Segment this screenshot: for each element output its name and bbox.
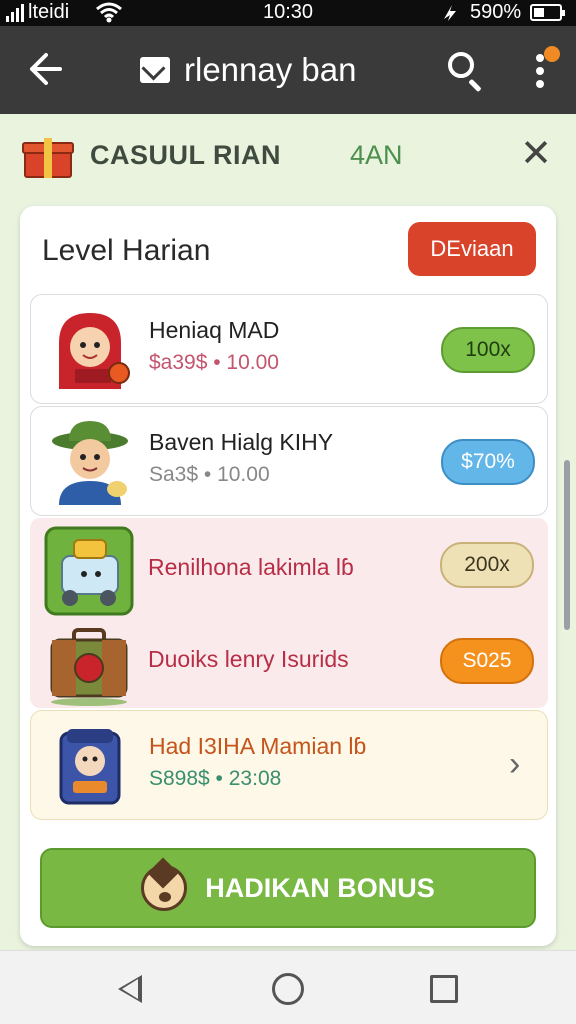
arrow-left-icon[interactable] bbox=[22, 44, 66, 94]
mail-icon bbox=[140, 57, 170, 83]
cellular-icon bbox=[440, 1, 462, 29]
item-subtitle: Sa3$ • 10.00 bbox=[149, 463, 270, 486]
app-title: rlennay ban bbox=[184, 51, 357, 88]
item-subtitle: $a39$ • 10.00 bbox=[149, 351, 279, 374]
gift-icon bbox=[22, 134, 74, 178]
close-icon[interactable]: ✕ bbox=[516, 132, 556, 176]
list-item[interactable]: Renilhona lakimla lɓ 200x bbox=[30, 518, 548, 616]
reward-badge[interactable]: 200x bbox=[440, 542, 534, 588]
status-bar: lteidi 10:30 590% bbox=[0, 0, 576, 26]
reward-badge[interactable]: 100x bbox=[441, 327, 535, 373]
dog-icon bbox=[141, 865, 188, 911]
item-title: Heniaq MAD bbox=[149, 317, 280, 343]
battery-icon bbox=[530, 4, 565, 21]
banner-code: 4AN bbox=[350, 140, 403, 170]
avatar bbox=[45, 719, 135, 809]
avatar bbox=[44, 618, 134, 708]
system-nav-bar bbox=[0, 950, 576, 1024]
search-icon[interactable] bbox=[446, 48, 486, 93]
bonus-button[interactable]: HADIKAN BONUS bbox=[40, 848, 536, 928]
app-bar: rlennay ban bbox=[0, 26, 576, 114]
bonus-button-label: HADIKAN BONUS bbox=[205, 872, 435, 903]
nav-back-icon[interactable] bbox=[106, 965, 154, 1013]
item-title: Had I3IHA Mamian lɓ bbox=[149, 733, 367, 759]
nav-recents-icon[interactable] bbox=[420, 965, 468, 1013]
level-panel: Level Harian DEviaan Heniaq MAD $a39$ • … bbox=[20, 206, 556, 946]
list-item[interactable]: Had I3IHA Mamian lɓ S898$ • 23:08 › bbox=[30, 710, 548, 820]
reward-badge[interactable]: S025 bbox=[440, 638, 534, 684]
more-vertical-icon[interactable] bbox=[528, 46, 560, 94]
chevron-right-icon[interactable]: › bbox=[509, 745, 520, 784]
item-subtitle: S898$ • 23:08 bbox=[149, 767, 282, 790]
avatar bbox=[44, 526, 134, 616]
panel-heading: Level Harian bbox=[42, 234, 211, 267]
avatar bbox=[45, 303, 135, 393]
reward-badge[interactable]: $70% bbox=[441, 439, 535, 485]
app-title-group: rlennay ban bbox=[140, 46, 356, 94]
item-title: Renilhona lakimla lɓ bbox=[148, 554, 354, 580]
list-item[interactable]: Heniaq MAD $a39$ • 10.00 100x bbox=[30, 294, 548, 404]
nav-home-icon[interactable] bbox=[264, 965, 312, 1013]
list-item[interactable]: Baven Hialg KIHY Sa3$ • 10.00 $70% bbox=[30, 406, 548, 516]
notification-dot bbox=[544, 46, 560, 62]
battery-percent: 590% bbox=[470, 1, 522, 23]
event-banner: CASUUL RIAN 4AN ✕ bbox=[0, 114, 576, 200]
item-title: Duoiks lenry Isurids bbox=[148, 646, 349, 672]
list-item[interactable]: Duoiks lenry Isurids S025 bbox=[30, 614, 548, 710]
banner-title: CASUUL RIAN bbox=[90, 140, 282, 170]
panel-badge-button[interactable]: DEviaan bbox=[408, 222, 536, 276]
avatar bbox=[45, 415, 135, 505]
item-title: Baven Hialg KIHY bbox=[149, 429, 334, 455]
scrollbar[interactable] bbox=[564, 460, 570, 630]
